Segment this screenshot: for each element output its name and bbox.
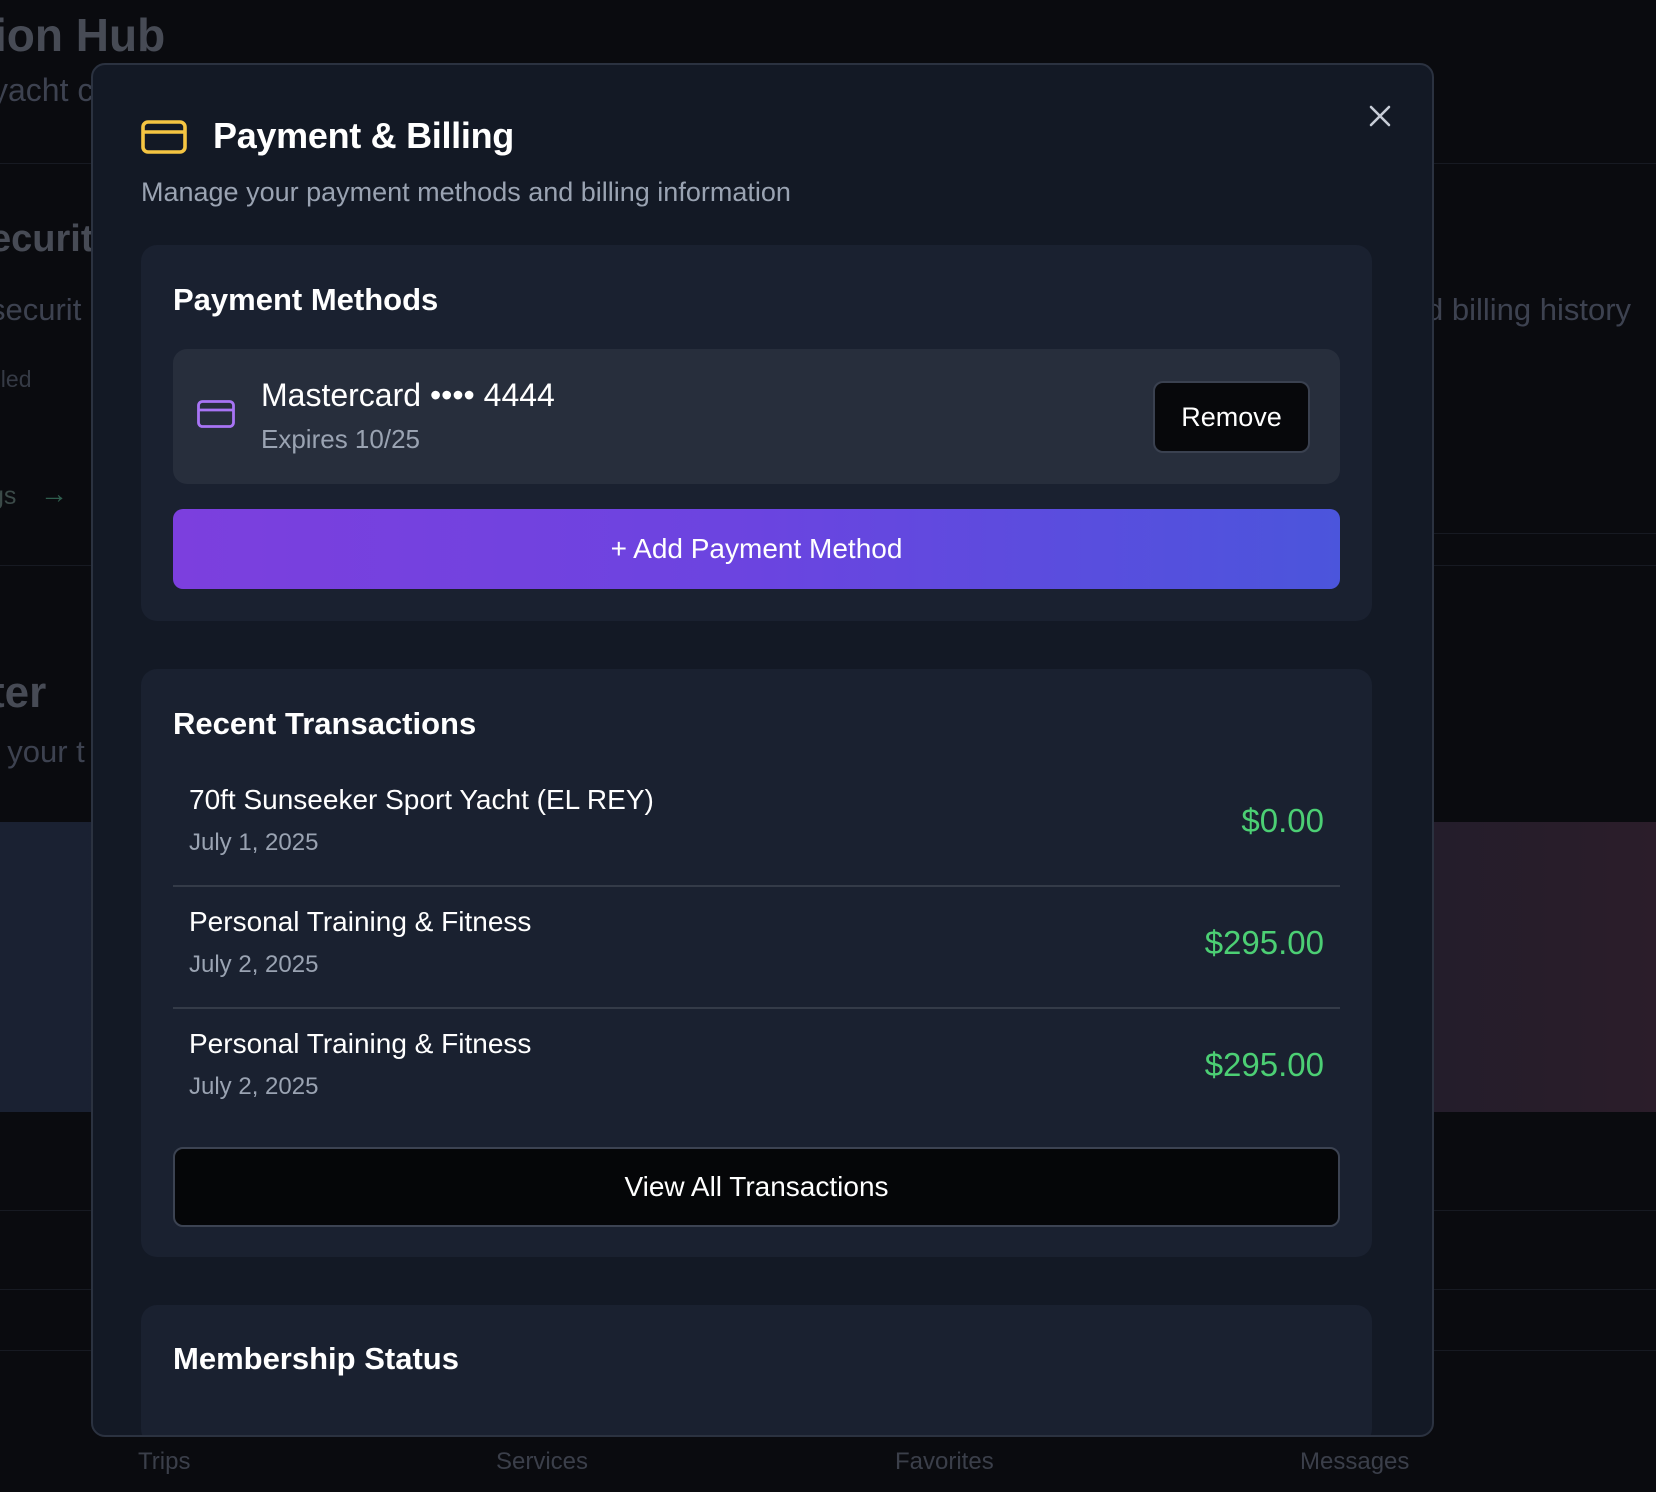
payment-billing-modal: Payment & Billing Manage your payment me…: [91, 63, 1434, 1437]
section-title: Payment Methods: [173, 282, 439, 317]
transaction-row[interactable]: Personal Training & Fitness July 2, 2025…: [173, 887, 1340, 1009]
background-divider: [1434, 533, 1656, 534]
recent-transactions-section: Recent Transactions 70ft Sunseeker Sport…: [141, 669, 1372, 1257]
background-settings-link: gs: [0, 482, 17, 510]
transaction-amount: $295.00: [1204, 1046, 1324, 1083]
background-enabled-text: bled: [0, 366, 32, 392]
transaction-name: Personal Training & Fitness: [189, 1028, 532, 1059]
background-page-subtitle: yacht c: [0, 72, 94, 108]
transaction-date: July 1, 2025: [189, 829, 319, 856]
nav-favorites: Favorites: [895, 1448, 994, 1475]
section-title: Membership Status: [173, 1341, 459, 1376]
transaction-row[interactable]: Personal Training & Fitness July 2, 2025…: [173, 1009, 1340, 1131]
credit-card-icon: [197, 400, 235, 433]
remove-card-button[interactable]: Remove: [1153, 381, 1310, 453]
card-expiry: Expires 10/25: [261, 424, 420, 454]
close-icon: [1369, 105, 1391, 127]
transaction-row[interactable]: 70ft Sunseeker Sport Yacht (EL REY) July…: [173, 765, 1340, 887]
payment-card-item: Mastercard •••• 4444 Expires 10/25 Remov…: [173, 349, 1340, 484]
credit-card-icon: [141, 120, 187, 159]
section-title: Recent Transactions: [173, 706, 477, 741]
transaction-amount: $295.00: [1204, 924, 1324, 961]
transaction-date: July 2, 2025: [189, 1073, 319, 1100]
nav-trips: Trips: [138, 1448, 191, 1475]
modal-subtitle: Manage your payment methods and billing …: [141, 177, 791, 207]
close-button[interactable]: [1359, 95, 1401, 137]
background-section-subtitle: t your t: [0, 734, 85, 769]
transaction-amount: $0.00: [1241, 802, 1324, 839]
background-section-heading: ter: [0, 668, 47, 717]
background-security-subtitle: securit: [0, 292, 82, 327]
card-name: Mastercard •••• 4444: [261, 377, 555, 413]
add-payment-method-button[interactable]: + Add Payment Method: [173, 509, 1340, 589]
background-billing-subtitle: d billing history: [1426, 292, 1632, 327]
modal-title: Payment & Billing: [213, 115, 514, 156]
background-page-title: ion Hub: [0, 9, 166, 61]
background-security-heading: ecurit: [0, 218, 94, 260]
transaction-name: 70ft Sunseeker Sport Yacht (EL REY): [189, 784, 654, 815]
nav-messages: Messages: [1300, 1448, 1410, 1475]
arrow-right-icon: →: [40, 478, 68, 509]
transaction-name: Personal Training & Fitness: [189, 906, 532, 937]
payment-methods-section: Payment Methods Mastercard •••• 4444 Exp…: [141, 245, 1372, 621]
membership-status-section: Membership Status: [141, 1305, 1372, 1435]
nav-services: Services: [496, 1448, 589, 1475]
view-all-transactions-button[interactable]: View All Transactions: [173, 1147, 1340, 1227]
transaction-date: July 2, 2025: [189, 951, 319, 978]
